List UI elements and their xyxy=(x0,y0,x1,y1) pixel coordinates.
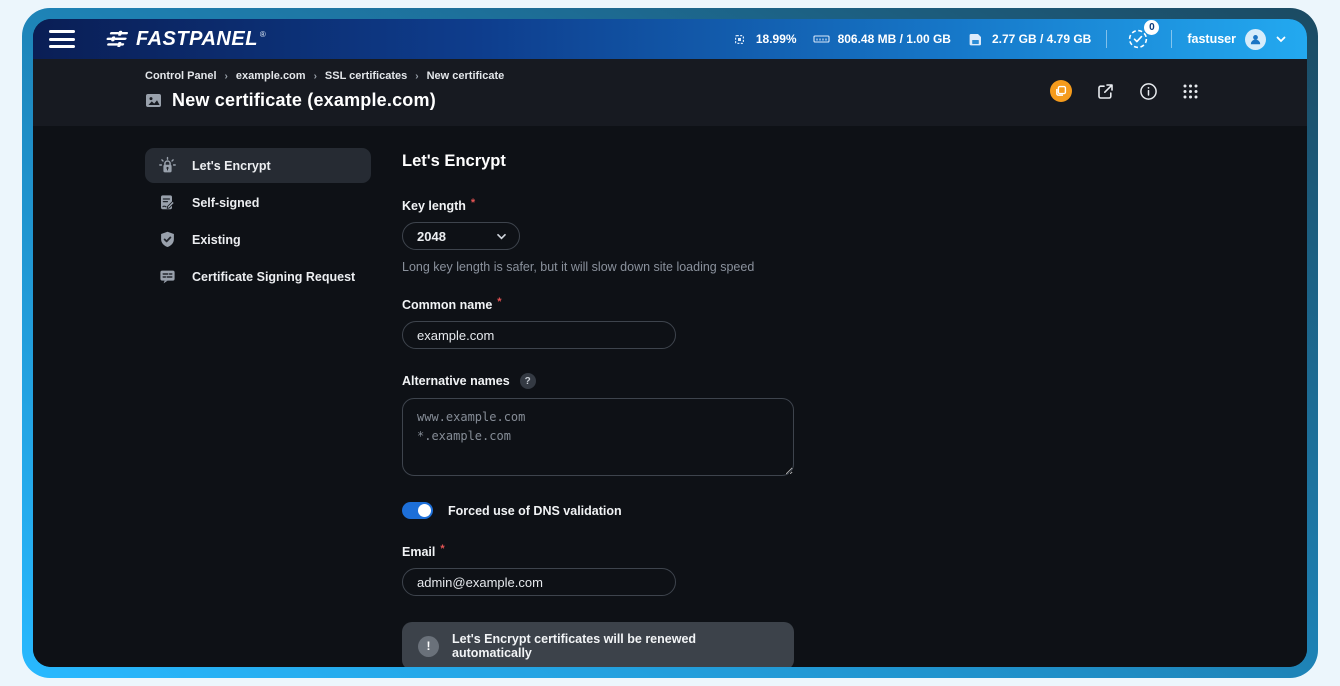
sidebar-item-existing[interactable]: Existing xyxy=(145,222,371,257)
dns-validation-toggle-row[interactable]: Forced use of DNS validation xyxy=(402,502,794,519)
breadcrumb-new-certificate[interactable]: New certificate xyxy=(427,70,505,82)
key-length-value: 2048 xyxy=(417,229,446,244)
info-icon[interactable] xyxy=(1139,82,1158,101)
user-menu[interactable]: fastuser xyxy=(1187,29,1287,50)
avatar xyxy=(1245,29,1266,50)
required-marker: * xyxy=(440,543,444,555)
sidebar-item-self-signed[interactable]: Self-signed xyxy=(145,185,371,220)
key-length-hint: Long key length is safer, but it will sl… xyxy=(402,260,794,274)
request-form-icon xyxy=(158,267,177,286)
cpu-stat: 18.99% xyxy=(730,30,797,49)
key-length-label-text: Key length xyxy=(402,199,466,213)
chevron-down-icon xyxy=(496,231,507,242)
key-length-label: Key length * xyxy=(402,199,794,213)
divider xyxy=(1106,30,1107,48)
sidebar-item-label: Certificate Signing Request xyxy=(192,270,355,284)
shield-check-icon xyxy=(158,230,177,249)
content: Let's Encrypt Self-signed xyxy=(33,126,1307,667)
toggle-knob xyxy=(418,504,431,517)
key-length-select[interactable]: 2048 xyxy=(402,222,520,250)
required-marker: * xyxy=(471,197,475,209)
exclamation-icon: ! xyxy=(418,636,439,657)
form-heading: Let's Encrypt xyxy=(402,152,794,171)
divider xyxy=(1171,30,1172,48)
email-input[interactable] xyxy=(402,568,676,596)
memory-value: 806.48 MB / 1.00 GB xyxy=(838,32,951,46)
email-label-text: Email xyxy=(402,545,435,559)
brand-registered-mark: ® xyxy=(260,30,266,39)
required-marker: * xyxy=(497,296,501,308)
tasks-count-badge: 0 xyxy=(1144,20,1159,35)
breadcrumb-ssl-certificates[interactable]: SSL certificates xyxy=(325,70,407,82)
page-header: Control Panel › example.com › SSL certif… xyxy=(33,59,1307,126)
app-window: FASTPANEL ® 18.99% xyxy=(22,8,1318,678)
memory-stat: 806.48 MB / 1.00 GB xyxy=(812,30,951,49)
sidebar-item-label: Self-signed xyxy=(192,196,259,210)
help-icon[interactable]: ? xyxy=(520,373,536,389)
image-icon xyxy=(145,92,162,109)
tasks-button[interactable]: 0 xyxy=(1126,27,1150,51)
equalizer-icon xyxy=(103,29,131,49)
document-sign-icon xyxy=(158,193,177,212)
brand-name: FASTPANEL xyxy=(136,29,258,49)
topbar: FASTPANEL ® 18.99% xyxy=(33,19,1307,59)
apps-grid-icon[interactable] xyxy=(1182,83,1199,100)
cpu-icon xyxy=(730,30,749,49)
username: fastuser xyxy=(1187,32,1236,46)
sidebar-item-label: Existing xyxy=(192,233,241,247)
sidebar-item-csr[interactable]: Certificate Signing Request xyxy=(145,259,371,294)
lets-encrypt-form: Let's Encrypt Key length * 2048 xyxy=(402,148,794,667)
sidebar-item-lets-encrypt[interactable]: Let's Encrypt xyxy=(145,148,371,183)
disk-stat: 2.77 GB / 4.79 GB xyxy=(966,30,1091,49)
brand-logo[interactable]: FASTPANEL ® xyxy=(103,29,266,49)
certificate-type-sidebar: Let's Encrypt Self-signed xyxy=(145,148,371,667)
ram-icon xyxy=(812,30,831,49)
auto-renew-info-text: Let's Encrypt certificates will be renew… xyxy=(452,632,778,660)
topbar-right: 18.99% 806.48 MB / 1.00 GB xyxy=(730,27,1287,51)
external-link-icon[interactable] xyxy=(1096,82,1115,101)
breadcrumb-separator: › xyxy=(415,71,418,82)
lets-encrypt-lock-icon xyxy=(158,156,177,175)
sidebar-item-label: Let's Encrypt xyxy=(192,159,271,173)
auto-renew-info-box: ! Let's Encrypt certificates will be ren… xyxy=(402,622,794,667)
key-length-field: Key length * 2048 Long key length is saf… xyxy=(402,199,794,274)
common-name-label: Common name * xyxy=(402,298,794,312)
menu-icon[interactable] xyxy=(49,30,75,48)
cpu-value: 18.99% xyxy=(756,32,797,46)
dns-validation-toggle[interactable] xyxy=(402,502,433,519)
common-name-label-text: Common name xyxy=(402,298,492,312)
email-field: Email * xyxy=(402,545,794,596)
breadcrumb-separator: › xyxy=(314,71,317,82)
alternative-names-label-text: Alternative names xyxy=(402,374,510,388)
dns-validation-label: Forced use of DNS validation xyxy=(448,504,622,518)
header-icons xyxy=(1050,80,1199,102)
promo-icon[interactable] xyxy=(1050,80,1072,102)
breadcrumb-site[interactable]: example.com xyxy=(236,70,306,82)
disk-icon xyxy=(966,30,985,49)
disk-value: 2.77 GB / 4.79 GB xyxy=(992,32,1091,46)
alternative-names-textarea[interactable] xyxy=(402,398,794,476)
page-title: New certificate (example.com) xyxy=(172,90,436,111)
email-label: Email * xyxy=(402,545,794,559)
alternative-names-field: Alternative names ? xyxy=(402,373,794,476)
chevron-down-icon xyxy=(1275,33,1287,45)
alternative-names-label: Alternative names ? xyxy=(402,373,794,389)
breadcrumb-separator: › xyxy=(225,71,228,82)
app-panel: FASTPANEL ® 18.99% xyxy=(33,19,1307,667)
common-name-field: Common name * xyxy=(402,298,794,349)
breadcrumb-control-panel[interactable]: Control Panel xyxy=(145,70,217,82)
common-name-input[interactable] xyxy=(402,321,676,349)
